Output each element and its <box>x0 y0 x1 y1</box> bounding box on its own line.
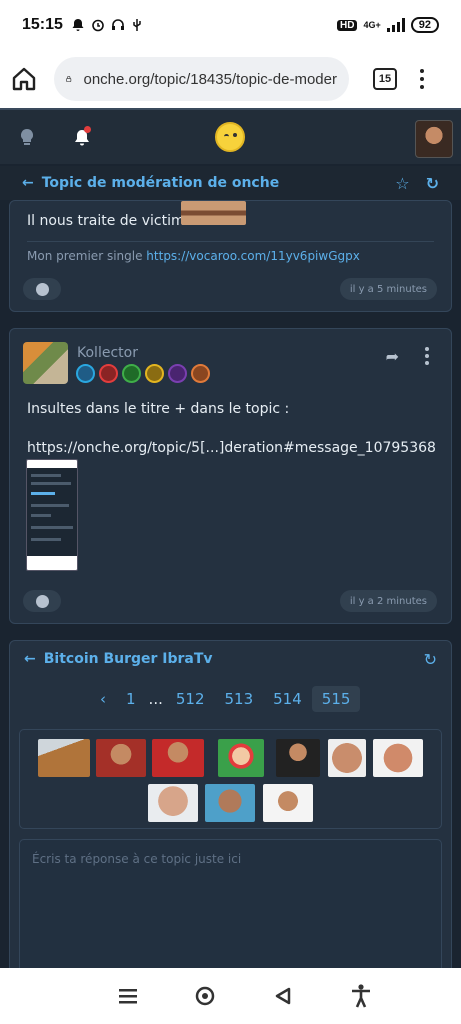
page-link[interactable]: 514 <box>263 686 312 712</box>
topic-card: ← Bitcoin Burger IbraTv ↻ ‹ 1 ... 512 51… <box>9 640 452 989</box>
attached-screenshot[interactable] <box>26 459 78 571</box>
browser-menu-icon[interactable] <box>419 69 425 89</box>
author-avatar[interactable] <box>23 342 68 384</box>
message-link[interactable]: https://onche.org/topic/5[...]deration#m… <box>27 440 436 456</box>
sticker-man-shouting[interactable] <box>373 739 423 777</box>
current-page[interactable]: 515 <box>311 686 361 712</box>
onche-logo[interactable] <box>215 122 245 152</box>
topic-title[interactable]: Bitcoin Burger IbraTv <box>44 651 213 667</box>
sticker-man-suit[interactable] <box>276 739 320 777</box>
signature-prefix: Mon premier single <box>27 249 143 263</box>
site-header <box>0 108 461 164</box>
smiley-icon <box>35 594 49 608</box>
status-icons <box>71 18 143 32</box>
bell-icon <box>72 19 84 31</box>
topic-bar: ← Topic de modération de onche ☆ ↻ <box>0 166 461 200</box>
page-link[interactable]: 1 <box>116 686 146 712</box>
more-options-icon[interactable] <box>425 347 429 365</box>
usb-icon <box>133 19 141 31</box>
user-avatar[interactable] <box>415 120 453 158</box>
refresh-icon[interactable]: ↻ <box>426 174 439 193</box>
hd-badge: HD <box>337 19 358 31</box>
lightbulb-icon[interactable] <box>19 128 35 148</box>
headset-icon <box>111 19 124 30</box>
reply-placeholder: Écris ta réponse à ce topic juste ici <box>32 852 242 866</box>
sticker-image[interactable] <box>181 201 246 225</box>
sticker-man-laughing[interactable] <box>152 739 204 777</box>
network-label: 4G+ <box>363 20 381 30</box>
back-arrow-icon[interactable]: ← <box>24 651 36 667</box>
back-arrow-icon[interactable]: ← <box>22 175 34 191</box>
page-link[interactable]: 513 <box>215 686 264 712</box>
reply-textarea[interactable]: Écris ta réponse à ce topic juste ici <box>19 839 442 989</box>
topic-title[interactable]: Topic de modération de onche <box>42 175 279 191</box>
badge-icon <box>99 364 118 383</box>
sticker-panel <box>19 729 442 829</box>
url-text: onche.org/topic/18435/topic-de-moder <box>83 70 338 88</box>
home-icon[interactable] <box>10 65 38 93</box>
signature-divider <box>27 241 434 242</box>
message-text: Insultes dans le titre + dans le topic : <box>27 401 290 417</box>
message-time: il y a 2 minutes <box>339 590 437 612</box>
signature: Mon premier single https://vocaroo.com/1… <box>27 249 360 263</box>
reaction-button[interactable] <box>23 590 61 612</box>
address-bar[interactable]: onche.org/topic/18435/topic-de-moder <box>54 57 349 101</box>
star-icon[interactable]: ☆ <box>395 174 409 193</box>
lock-icon[interactable] <box>66 68 72 90</box>
author-badges <box>76 364 210 383</box>
sticker-footballer[interactable] <box>96 739 146 777</box>
smiley-icon <box>35 282 49 296</box>
accessibility-icon[interactable] <box>349 983 373 1009</box>
sticker-man-laughing-2[interactable] <box>148 784 198 822</box>
system-nav-bar <box>0 968 461 1024</box>
tab-switcher-button[interactable]: 15 <box>373 68 397 90</box>
message-time: il y a 5 minutes <box>339 278 437 300</box>
share-icon[interactable]: ➦ <box>386 347 399 366</box>
badge-icon <box>168 364 187 383</box>
page-ellipsis: ... <box>148 690 163 708</box>
status-right: HD 4G+ 92 <box>337 17 439 33</box>
page-link[interactable]: 512 <box>166 686 215 712</box>
back-icon[interactable] <box>273 986 293 1006</box>
menu-icon[interactable] <box>118 987 138 1005</box>
reaction-button[interactable] <box>23 278 61 300</box>
badge-icon <box>145 364 164 383</box>
sticker-dog[interactable] <box>38 739 90 777</box>
sticker-sunglasses-man[interactable] <box>205 784 255 822</box>
alarm-icon <box>92 19 104 32</box>
badge-icon <box>76 364 95 383</box>
sticker-footballer-2[interactable] <box>263 784 313 822</box>
status-bar: 15:15 HD 4G+ 92 <box>0 0 461 50</box>
signal-icon <box>386 18 405 32</box>
message-text: Il nous traite de victime <box>27 213 194 229</box>
message-card: Il nous traite de victime Mon premier si… <box>9 200 452 312</box>
home-circle-icon[interactable] <box>194 985 216 1007</box>
message-card: Kollector ➦ Insultes dans le titre + dan… <box>9 328 452 624</box>
signature-link[interactable]: https://vocaroo.com/11yv6piwGgpx <box>146 249 360 263</box>
author-name[interactable]: Kollector <box>77 345 138 361</box>
topic-header: ← Bitcoin Burger IbraTv <box>24 651 213 667</box>
refresh-icon[interactable]: ↻ <box>424 650 437 669</box>
badge-icon <box>191 364 210 383</box>
prev-page-button[interactable]: ‹ <box>90 686 116 712</box>
browser-toolbar: onche.org/topic/18435/topic-de-moder 15 <box>0 50 461 108</box>
badge-icon <box>122 364 141 383</box>
pagination: ‹ 1 ... 512 513 514 515 <box>90 686 361 712</box>
battery-indicator: 92 <box>410 17 439 33</box>
status-time: 15:15 <box>22 16 63 33</box>
notification-dot <box>84 126 91 133</box>
sticker-clown[interactable] <box>218 739 264 777</box>
sticker-face-closeup[interactable] <box>328 739 366 777</box>
